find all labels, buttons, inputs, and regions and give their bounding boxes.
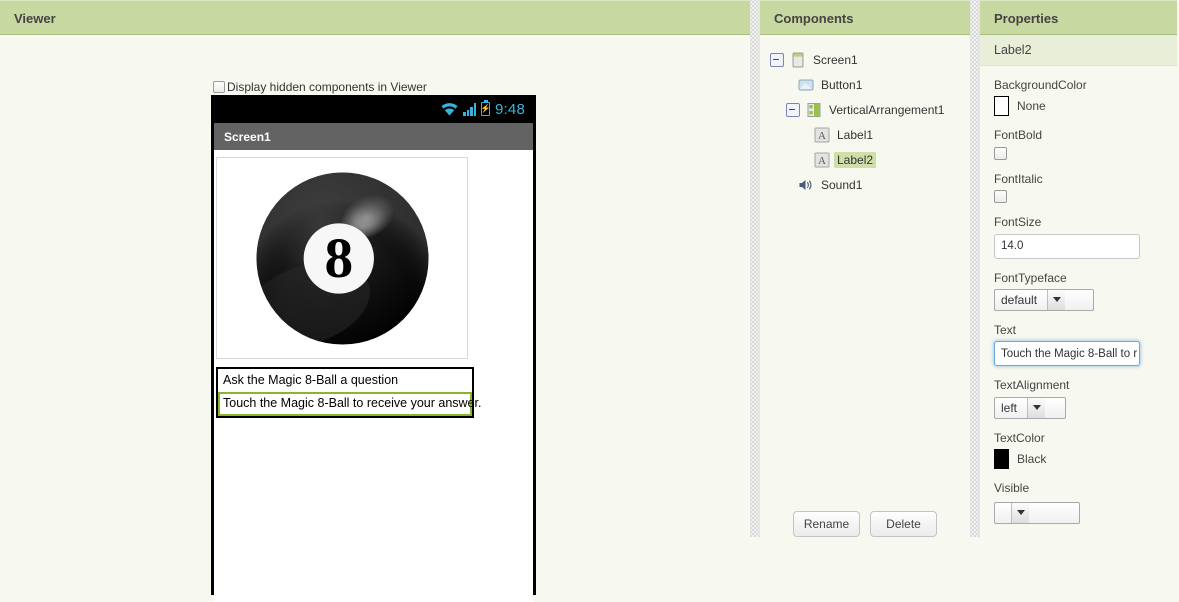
fonttypeface-value: default <box>1001 292 1038 307</box>
tree-label: Label1 <box>837 127 874 142</box>
property-label-textcolor: TextColor <box>994 430 1045 445</box>
property-label-fontbold: FontBold <box>994 128 1043 143</box>
status-clock: 9:48 <box>495 100 525 118</box>
property-label-fontitalic: FontItalic <box>994 171 1043 186</box>
tree-item-verticalarrangement1[interactable]: VerticalArrangement1 <box>760 97 970 122</box>
textalignment-value: left <box>1001 400 1018 415</box>
chevron-down-icon <box>1027 397 1046 418</box>
tree-item-label1[interactable]: A Label1 <box>760 122 970 147</box>
svg-text:A: A <box>818 130 826 142</box>
properties-list: BackgroundColor None FontBold FontItalic… <box>980 66 1177 524</box>
chevron-down-icon <box>1011 502 1029 523</box>
chevron-down-icon <box>1047 289 1066 310</box>
phone-title-bar: Screen1 <box>214 123 533 150</box>
signal-icon <box>463 102 476 116</box>
svg-text:8: 8 <box>324 227 353 290</box>
components-panel: Components Screen1 Button1 VerticalArran… <box>760 0 970 537</box>
viewer-label2[interactable]: Touch the Magic 8-Ball to receive your a… <box>218 392 481 416</box>
screen-icon <box>792 52 804 67</box>
magic-8-ball-icon: 8 <box>255 171 429 345</box>
properties-panel: Properties Label2 BackgroundColor None F… <box>980 0 1177 537</box>
tree-label: Label2 <box>834 151 877 168</box>
fontsize-input[interactable]: 14.0 <box>994 233 1140 259</box>
textalignment-select[interactable]: left <box>994 396 1066 419</box>
textcolor-picker[interactable]: Black <box>994 449 1177 470</box>
viewer-panel-header: Viewer <box>0 0 750 35</box>
backgroundcolor-value: None <box>1017 99 1046 114</box>
app-root: Viewer Display hidden components in View… <box>0 0 1179 602</box>
viewer-components-splitter[interactable] <box>750 0 760 537</box>
display-hidden-components-checkbox[interactable] <box>213 81 225 93</box>
rename-button[interactable]: Rename <box>793 511 860 537</box>
label-icon: A <box>814 127 830 142</box>
color-swatch-icon <box>994 96 1009 117</box>
property-label-fonttypeface: FontTypeface <box>994 270 1067 285</box>
visible-select[interactable] <box>994 501 1080 524</box>
image-component-button1[interactable]: 8 <box>216 157 468 359</box>
delete-button[interactable]: Delete <box>870 511 937 537</box>
color-swatch-icon <box>994 449 1009 470</box>
selected-component-name: Label2 <box>980 35 1177 66</box>
textcolor-value: Black <box>1017 452 1047 467</box>
tree-item-screen1[interactable]: Screen1 <box>760 47 970 72</box>
property-label-textalignment: TextAlignment <box>994 378 1070 393</box>
phone-status-bar: ⚡ 9:48 <box>214 95 533 123</box>
svg-text:A: A <box>818 155 826 167</box>
phone-screen: 8 Ask the Magic 8-Ball a question Touch … <box>214 157 533 602</box>
properties-panel-header: Properties <box>980 0 1177 35</box>
sound-icon <box>799 179 812 190</box>
display-hidden-components-label: Display hidden components in Viewer <box>227 80 427 94</box>
vertical-arrangement1[interactable]: Ask the Magic 8-Ball a question Touch th… <box>216 367 481 418</box>
battery-icon: ⚡ <box>481 99 490 116</box>
button-icon <box>798 79 814 90</box>
property-label-fontsize: FontSize <box>994 215 1042 230</box>
label-icon: A <box>814 152 830 167</box>
property-label-text: Text <box>994 322 1017 337</box>
phone-preview: ⚡ 9:48 Screen1 8 Ask the Magic 8-Ball a … <box>211 95 536 602</box>
fontitalic-checkbox[interactable] <box>994 190 1007 204</box>
tree-item-label2[interactable]: A Label2 <box>760 147 970 172</box>
property-label-backgroundcolor: BackgroundColor <box>994 78 1087 92</box>
component-action-buttons: Rename Delete <box>760 511 970 537</box>
phone-title-text: Screen1 <box>224 129 271 144</box>
text-input[interactable]: Touch the Magic 8-Ball to r <box>994 341 1140 367</box>
property-label-visible: Visible <box>994 481 1030 496</box>
fontbold-checkbox[interactable] <box>994 146 1007 160</box>
vertical-arrangement-icon <box>807 102 821 117</box>
viewer-body: Display hidden components in Viewer ⚡ 9:… <box>0 35 750 602</box>
components-properties-splitter[interactable] <box>970 0 980 537</box>
component-tree: Screen1 Button1 VerticalArrangement1 A L… <box>760 35 970 197</box>
tree-label: Screen1 <box>813 52 858 67</box>
tree-label: Button1 <box>821 77 863 92</box>
components-panel-header: Components <box>760 0 970 35</box>
viewer-label1[interactable]: Ask the Magic 8-Ball a question <box>218 369 472 392</box>
fonttypeface-select[interactable]: default <box>994 288 1094 311</box>
tree-label: VerticalArrangement1 <box>829 102 945 117</box>
backgroundcolor-picker[interactable]: None <box>994 96 1177 117</box>
tree-label: Sound1 <box>821 177 863 192</box>
tree-item-button1[interactable]: Button1 <box>760 72 970 97</box>
collapse-icon[interactable] <box>786 102 800 117</box>
collapse-icon[interactable] <box>770 52 784 67</box>
display-hidden-components-row[interactable]: Display hidden components in Viewer <box>213 80 427 94</box>
tree-item-sound1[interactable]: Sound1 <box>760 172 970 197</box>
viewer-panel: Viewer Display hidden components in View… <box>0 0 750 602</box>
wifi-icon <box>441 102 458 116</box>
